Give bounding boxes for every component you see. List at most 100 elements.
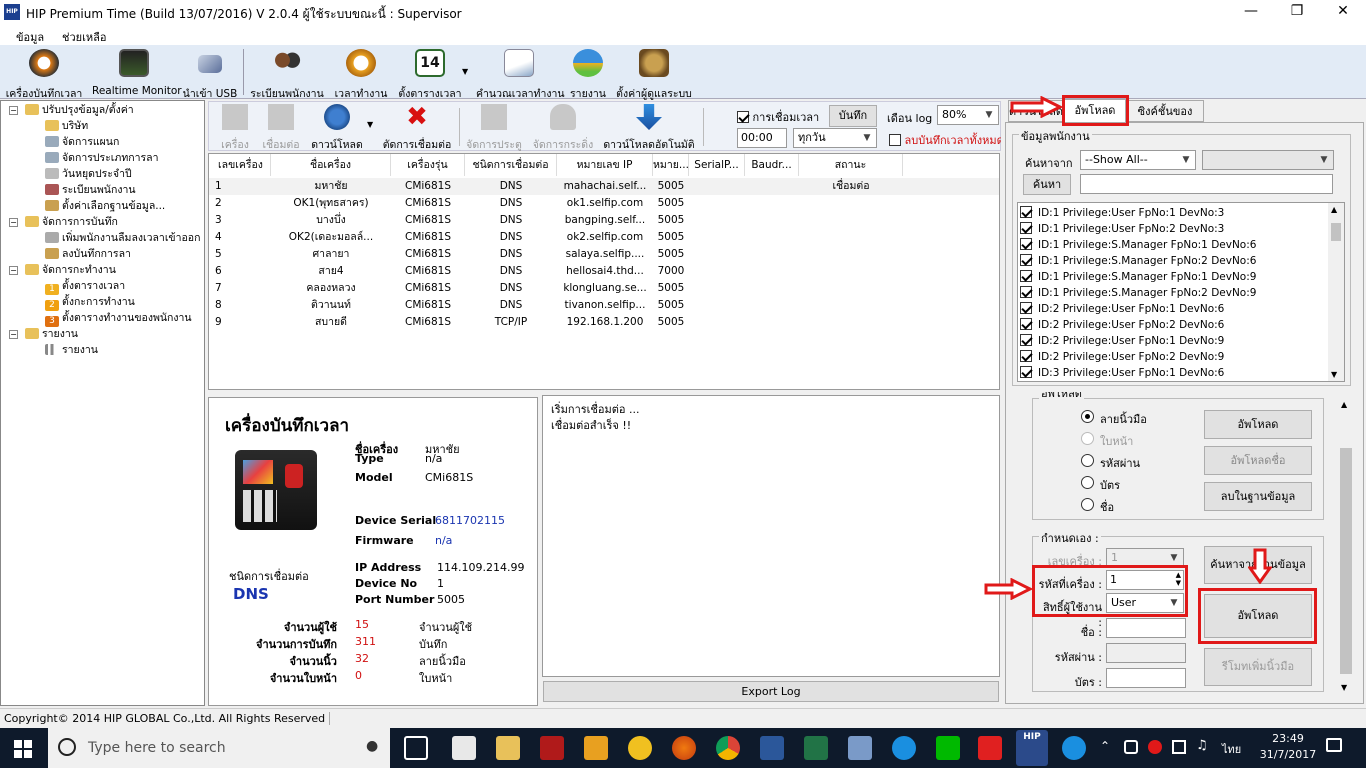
column-header[interactable]: เครื่องรุ่น xyxy=(391,154,465,176)
log-panel[interactable]: เริ่มการเชื่อมต่อ ... เชื่อมต่อสำเร็จ !! xyxy=(542,395,1000,677)
acrobat-icon[interactable] xyxy=(978,736,1002,760)
tree-item-employee-record[interactable]: ระเบียนพนักงาน xyxy=(45,182,136,198)
radio-button[interactable] xyxy=(1081,498,1094,511)
taskbar-search[interactable]: Type here to search ● xyxy=(48,728,390,768)
list-item[interactable]: ID:2 Privilege:User FpNo:1 DevNo:6 xyxy=(1020,301,1224,317)
delete-all-checkbox[interactable]: ลบบันทึกเวลาทั้งหมด xyxy=(889,131,1001,149)
tree-item-forgot-scan[interactable]: เพิ่มพนักงานลืมลงเวลาเข้าออก xyxy=(45,230,200,246)
table-row[interactable]: 6 สาย4 CMi681S DNS hellosai4.thd... 7000 xyxy=(209,263,999,280)
list-item[interactable]: ID:1 Privilege:S.Manager FpNo:1 DevNo:9 xyxy=(1020,269,1256,285)
column-header[interactable]: ชื่อเครื่อง xyxy=(271,154,391,176)
toolbar-report[interactable]: รายงาน xyxy=(568,49,608,100)
toolbar-time-recorder[interactable]: เครื่องบันทึกเวลา xyxy=(4,49,84,100)
network-icon[interactable] xyxy=(1172,740,1186,754)
bell-manage-button[interactable]: จัดการกระดิ่ง xyxy=(531,104,595,151)
volume-icon[interactable]: ♫ xyxy=(1196,738,1208,753)
tree-group-report[interactable]: รายงาน xyxy=(25,326,78,342)
radio-button[interactable] xyxy=(1081,454,1094,467)
tree-group-settings[interactable]: ปรับปรุงข้อมูล/ตั้งค่า xyxy=(25,102,134,118)
table-row[interactable]: 8 ติวานนท์ CMi681S DNS tivanon.selfip... 5005 xyxy=(209,297,999,314)
tree-item-department[interactable]: จัดการแผนก xyxy=(45,134,119,150)
search-button[interactable]: ค้นหา xyxy=(1023,174,1071,195)
collapse-icon[interactable]: − xyxy=(9,330,18,339)
list-scrollbar[interactable]: ▲ ▼ xyxy=(1328,203,1344,381)
delete-in-db-button[interactable]: ลบในฐานข้อมูล xyxy=(1204,482,1312,511)
notification-icon[interactable] xyxy=(1326,738,1342,752)
windows-start-icon[interactable] xyxy=(14,740,32,758)
save-button[interactable]: บันทึก xyxy=(829,105,877,127)
tree-item-company[interactable]: บริษัท xyxy=(45,118,88,134)
remote-enroll-button[interactable]: รีโมทเพิ่มนิ้วมือ xyxy=(1204,648,1312,686)
connect-button[interactable]: เชื่อมต่อ xyxy=(259,104,303,151)
device-button[interactable]: เครื่อง xyxy=(215,104,255,151)
paint-icon[interactable] xyxy=(848,736,872,760)
search-input[interactable] xyxy=(1080,174,1333,194)
list-item[interactable]: ID:1 Privilege:User FpNo:1 DevNo:3 xyxy=(1020,205,1224,221)
firefox-icon[interactable] xyxy=(672,736,696,760)
tree-item-holidays[interactable]: วันหยุดประจำปี xyxy=(45,166,132,182)
search-from-select[interactable]: --Show All-- ▼ xyxy=(1080,150,1196,170)
menu-data[interactable]: ข้อมูล xyxy=(16,28,44,46)
chevron-up-icon[interactable]: ⌃ xyxy=(1100,739,1110,753)
list-item[interactable]: ID:1 Privilege:S.Manager FpNo:1 DevNo:6 xyxy=(1020,237,1256,253)
tree-item-record-leave[interactable]: ลงบันทึกการลา xyxy=(45,246,131,262)
toolbar-work-time[interactable]: เวลาทำงาน xyxy=(332,49,390,100)
tree-item-database-settings[interactable]: ตั้งค่าเลือกฐานข้อมูล... xyxy=(45,198,165,214)
excel-icon[interactable] xyxy=(804,736,828,760)
clock-date[interactable]: 31/7/2017 xyxy=(1258,748,1318,761)
table-row[interactable]: 7 คลองหลวง CMi681S DNS klongluang.se... 5005 xyxy=(209,280,999,297)
name-input[interactable] xyxy=(1106,618,1186,638)
list-item[interactable]: ID:1 Privilege:S.Manager FpNo:2 DevNo:6 xyxy=(1020,253,1256,269)
radio-button[interactable] xyxy=(1081,476,1094,489)
edge-icon[interactable] xyxy=(892,736,916,760)
chrome-icon[interactable] xyxy=(716,736,740,760)
table-row[interactable]: 9 สบายดี CMi681S TCP/IP 192.168.1.200 5005 xyxy=(209,314,999,331)
column-header[interactable]: สถานะ xyxy=(799,154,903,176)
file-explorer-icon[interactable] xyxy=(496,736,520,760)
column-header[interactable]: ชนิดการเชื่อมต่อ xyxy=(465,154,557,176)
toolbar-schedule[interactable]: 14 ตั้งตารางเวลา xyxy=(394,49,466,100)
list-item[interactable]: ID:2 Privilege:User FpNo:1 DevNo:9 xyxy=(1020,333,1224,349)
tree-item-report[interactable]: รายงาน xyxy=(45,342,98,358)
table-row[interactable]: 4 OK2(เดอะมอลล์... CMi681S DNS ok2.selfip.co… xyxy=(209,229,999,246)
table-row[interactable]: 3 บางบึ่ง CMi681S DNS bangping.self... 5005 xyxy=(209,212,999,229)
tree-item-timetable[interactable]: 1 ตั้งตารางเวลา xyxy=(45,278,125,295)
disconnect-button[interactable]: ✖ ตัดการเชื่อมต่อ xyxy=(379,104,455,151)
tab-sync[interactable]: ซิงค์ชั้นของระบบ xyxy=(1126,100,1204,122)
column-header[interactable]: Baudr... xyxy=(745,154,799,176)
collapse-icon[interactable]: − xyxy=(9,266,18,275)
schedule-dropdown-icon[interactable]: ▼ xyxy=(462,67,468,76)
mv-icon[interactable] xyxy=(628,736,652,760)
toolbar-employee-record[interactable]: ระเบียนพนักงาน xyxy=(250,49,324,100)
radio-button[interactable] xyxy=(1081,410,1094,423)
cloud-icon[interactable] xyxy=(1124,740,1138,754)
close-button[interactable]: ✕ xyxy=(1320,0,1366,24)
list-item[interactable]: ID:2 Privilege:User FpNo:2 DevNo:9 xyxy=(1020,349,1224,365)
list-item[interactable]: ID:1 Privilege:User FpNo:2 DevNo:3 xyxy=(1020,221,1224,237)
column-header[interactable]: หมาย... xyxy=(653,154,689,176)
download-dropdown-icon[interactable]: ▼ xyxy=(367,120,373,129)
upload-name-button[interactable]: อัพโหลดชื่อ xyxy=(1204,446,1312,475)
store-icon[interactable] xyxy=(452,736,476,760)
export-log-button[interactable]: Export Log xyxy=(543,681,999,702)
help-icon[interactable] xyxy=(1062,736,1086,760)
clock-time[interactable]: 23:49 xyxy=(1268,732,1308,745)
list-item[interactable]: ID:3 Privilege:User FpNo:1 DevNo:6 xyxy=(1020,365,1224,381)
tree-item-leave-type[interactable]: จัดการประเภทการลา xyxy=(45,150,158,166)
door-manage-button[interactable]: จัดการประตู xyxy=(465,104,523,151)
table-row[interactable]: 2 OK1(พุทธสาคร) CMi681S DNS ok1.selfip.com 50… xyxy=(209,195,999,212)
month-log-select[interactable]: 80% ▼ xyxy=(937,105,999,125)
toolbar-calculate[interactable]: คำนวณเวลาทำงาน xyxy=(476,49,565,100)
tree-group-shifts[interactable]: จัดการกะทำงาน xyxy=(25,262,116,278)
conn-time-checkbox[interactable]: การเชื่อมเวลา xyxy=(737,108,819,126)
upload-button[interactable]: อัพโหลด xyxy=(1204,410,1312,439)
word-icon[interactable] xyxy=(760,736,784,760)
table-row[interactable]: 5 ศาลายา CMi681S DNS salaya.selfip.... 5005 xyxy=(209,246,999,263)
collapse-icon[interactable]: − xyxy=(9,218,18,227)
tree-group-records[interactable]: จัดการการบันทึก xyxy=(25,214,118,230)
time-input[interactable]: 00:00 xyxy=(737,128,787,148)
radio-button[interactable] xyxy=(1081,432,1094,445)
card-input[interactable] xyxy=(1106,668,1186,688)
filezilla-icon[interactable] xyxy=(540,736,564,760)
minimize-button[interactable]: — xyxy=(1228,0,1274,24)
